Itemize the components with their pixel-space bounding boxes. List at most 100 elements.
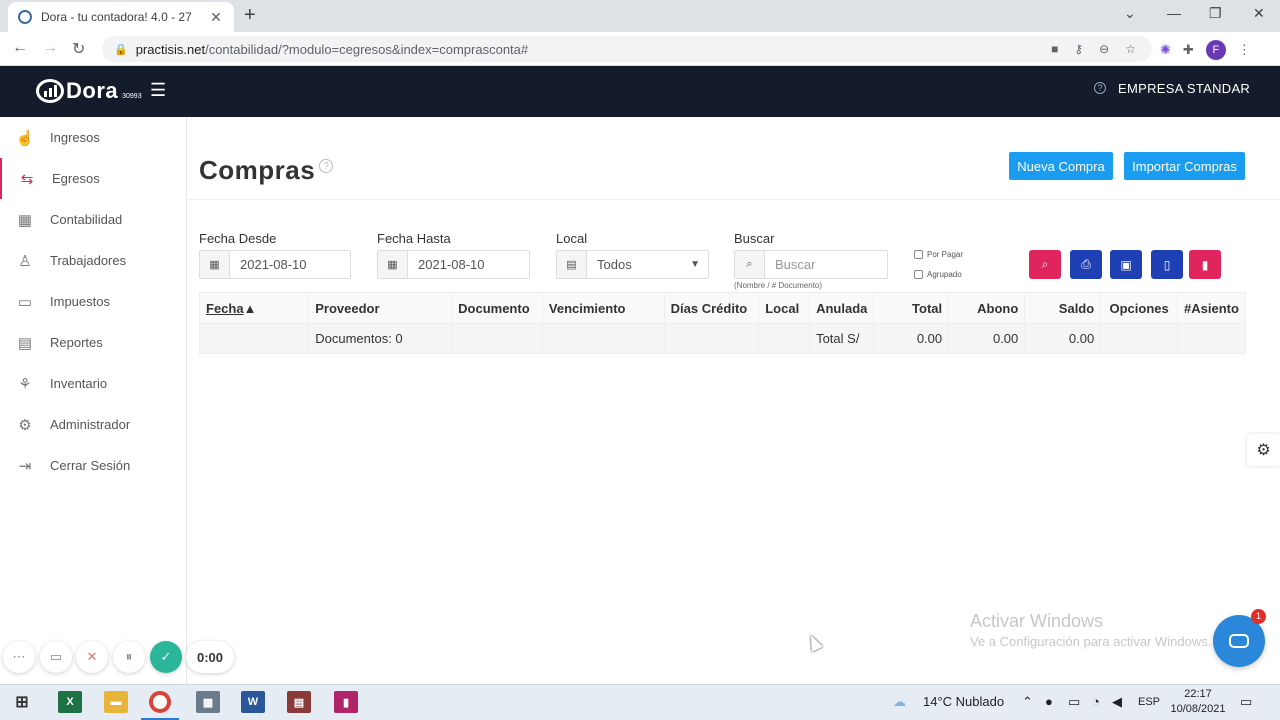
fecha-hasta-field[interactable]: ▦ 2021-08-10 <box>377 250 530 279</box>
camera-icon[interactable]: ■ <box>1051 42 1058 56</box>
address-bar[interactable]: 🔒 practisis.net/contabilidad/?modulo=ceg… <box>102 36 1152 62</box>
excel-export-button[interactable]: ▯ <box>1151 250 1183 279</box>
windows-activation-title: Activar Windows <box>970 611 1104 631</box>
minimize-icon[interactable]: — <box>1167 5 1181 21</box>
key-icon[interactable]: ⚷ <box>1074 42 1083 56</box>
puzzle-icon[interactable]: ✚ <box>1183 42 1194 58</box>
pdf-app-icon[interactable]: ▮ <box>334 691 358 713</box>
zoom-icon[interactable]: ⊖ <box>1099 42 1109 56</box>
local-select[interactable]: ▤ Todos ▼ <box>556 250 709 279</box>
reload-icon[interactable]: ↻ <box>72 39 85 59</box>
por-pagar-checkbox[interactable]: Por Pagar <box>914 250 963 259</box>
wifi-icon[interactable]: ◔ <box>1092 694 1100 709</box>
summary-total-label: Total S/ <box>809 323 875 354</box>
summary-cell <box>198 323 310 354</box>
col-fecha-label[interactable]: Fecha <box>206 301 244 316</box>
sidebar-item-egresos[interactable]: ⇆ Egresos <box>0 158 186 199</box>
col-total[interactable]: Total <box>873 292 950 324</box>
chat-widget-button[interactable]: 1 <box>1213 609 1266 667</box>
new-tab-icon[interactable]: + <box>244 4 256 27</box>
microphone-icon[interactable]: ● <box>1045 694 1053 709</box>
col-saldo[interactable]: Saldo <box>1024 292 1102 324</box>
browser-tabbar: Dora - tu contadora! 4.0 - 27 ✕ + ⌄ — ❐ … <box>0 0 1280 32</box>
calendar-icon: ▦ <box>378 251 408 278</box>
new-purchase-button[interactable]: Nueva Compra <box>1009 152 1113 180</box>
windows-activation-subtitle: Ve a Configuración para activar Windows. <box>970 634 1212 649</box>
sidebar-item-ingresos[interactable]: ☝ Ingresos <box>0 117 186 158</box>
table-header-row: Fecha▲ Proveedor Documento Vencimiento D… <box>198 292 1246 324</box>
summary-cell <box>451 323 543 354</box>
hamburger-menu-icon[interactable]: ☰ <box>150 80 166 101</box>
excel-app-icon[interactable]: X <box>58 691 82 713</box>
dora-logo[interactable]: Dora 30993 <box>36 78 142 104</box>
users-icon: ♙ <box>18 252 32 270</box>
profile-avatar[interactable]: F <box>1205 40 1226 60</box>
search-button[interactable]: ⌕ <box>1029 250 1061 279</box>
delete-button[interactable]: ▮ <box>1189 250 1221 279</box>
recorder-more-icon[interactable]: ⋯ <box>3 641 35 673</box>
restore-icon[interactable]: ❐ <box>1209 5 1222 22</box>
search-icon: ⌕ <box>735 251 765 278</box>
sidebar-item-reportes[interactable]: ▤ Reportes <box>0 322 186 363</box>
tab-close-icon[interactable]: ✕ <box>208 9 224 26</box>
system-clock[interactable]: 22:17 10/08/2021 <box>1170 687 1226 717</box>
sidebar-item-inventario[interactable]: ⚘ Inventario <box>0 363 186 404</box>
weather-cloud-icon[interactable]: ☁ <box>893 694 906 710</box>
search-input[interactable]: ⌕ Buscar <box>734 250 888 279</box>
col-anulada[interactable]: Anulada <box>809 292 875 324</box>
bookmark-star-icon[interactable]: ☆ <box>1125 42 1136 56</box>
file-explorer-icon[interactable]: ▬ <box>104 691 128 713</box>
window-close-icon[interactable]: ✕ <box>1253 5 1265 22</box>
tab-search-icon[interactable]: ⌄ <box>1124 5 1136 22</box>
header-help-icon[interactable]: ? <box>1094 82 1106 94</box>
fecha-hasta-label: Fecha Hasta <box>377 231 451 246</box>
col-dias-credito[interactable]: Días Crédito <box>663 292 760 324</box>
col-proveedor[interactable]: Proveedor <box>308 292 453 324</box>
col-vencimiento[interactable]: Vencimiento <box>541 292 665 324</box>
sidebar-item-trabajadores[interactable]: ♙ Trabajadores <box>0 240 186 281</box>
briefcase-button[interactable]: ▣ <box>1110 250 1142 279</box>
excel-file-icon: ▯ <box>1163 257 1171 272</box>
agrupado-checkbox[interactable]: Agrupado <box>914 270 962 279</box>
settings-gear-icon[interactable]: ⚙ <box>1247 434 1280 466</box>
col-documento[interactable]: Documento <box>451 292 543 324</box>
word-app-icon[interactable]: W <box>241 691 265 713</box>
volume-icon[interactable]: ◀ <box>1112 694 1122 710</box>
battery-icon[interactable]: ▭ <box>1068 694 1080 710</box>
tray-expand-icon[interactable]: ⌃ <box>1022 694 1033 710</box>
checkbox-box[interactable] <box>914 250 923 259</box>
winrar-app-icon[interactable]: ▤ <box>287 691 311 713</box>
print-button[interactable]: ⎙ <box>1070 250 1102 279</box>
sidebar-item-administrador[interactable]: ⚙ Administrador <box>0 404 186 445</box>
forward-icon[interactable]: → <box>42 39 58 57</box>
calculator-app-icon[interactable]: ▦ <box>196 691 220 713</box>
company-name[interactable]: EMPRESA STANDAR <box>1118 81 1250 96</box>
page-help-icon[interactable]: ? <box>319 159 333 173</box>
browser-tab[interactable]: Dora - tu contadora! 4.0 - 27 ✕ <box>8 2 234 32</box>
recorder-cancel-icon[interactable]: ✕ <box>76 641 108 673</box>
sidebar-item-label: Trabajadores <box>50 253 127 268</box>
recorder-camera-icon[interactable]: ▭ <box>40 641 72 673</box>
windows-start-icon[interactable]: ⊞ <box>10 691 34 713</box>
fecha-desde-field[interactable]: ▦ 2021-08-10 <box>199 250 351 279</box>
col-asiento[interactable]: #Asiento <box>1177 292 1246 324</box>
weather-text[interactable]: 14°C Nublado <box>923 694 1004 709</box>
menu-kebab-icon[interactable]: ⋮ <box>1238 42 1251 58</box>
checkbox-box[interactable] <box>914 270 923 279</box>
col-local[interactable]: Local <box>758 292 811 324</box>
chrome-app-icon[interactable] <box>149 691 171 713</box>
import-purchases-button[interactable]: Importar Compras <box>1124 152 1245 180</box>
notifications-icon[interactable]: ▭ <box>1240 694 1252 710</box>
col-abono[interactable]: Abono <box>948 292 1026 324</box>
clock-time: 22:17 <box>1184 688 1212 700</box>
sidebar-item-impuestos[interactable]: ▭ Impuestos <box>0 281 186 322</box>
recorder-pause-icon[interactable]: ⏸ <box>113 641 145 673</box>
extension-icon[interactable]: ✺ <box>1160 42 1171 58</box>
sidebar-item-cerrar-sesion[interactable]: ⇥ Cerrar Sesión <box>0 445 186 486</box>
recorder-done-icon[interactable]: ✓ <box>150 641 182 673</box>
back-icon[interactable]: ← <box>12 39 28 57</box>
sort-asc-icon[interactable]: ▲ <box>244 301 257 316</box>
col-fecha[interactable]: Fecha▲ <box>198 292 310 324</box>
sidebar-item-contabilidad[interactable]: ▦ Contabilidad <box>0 199 186 240</box>
language-indicator[interactable]: ESP <box>1138 696 1160 708</box>
